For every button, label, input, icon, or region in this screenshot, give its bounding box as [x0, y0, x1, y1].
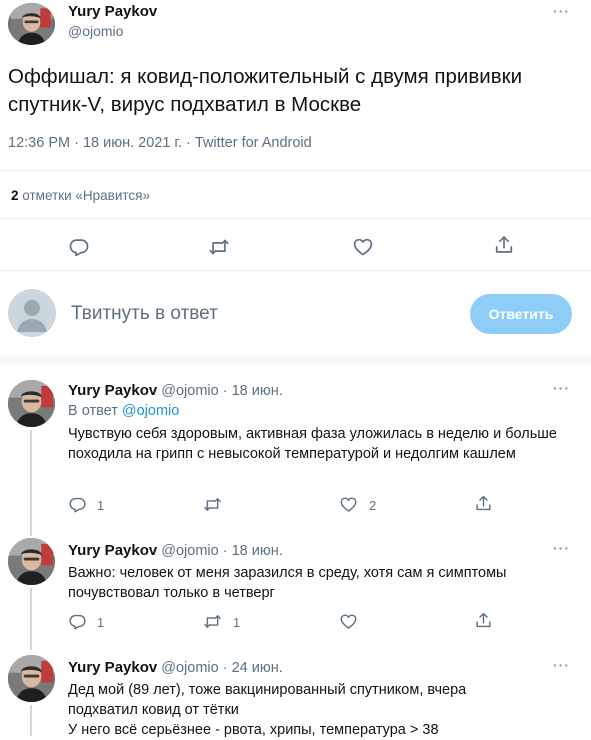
likes-count: 2: [11, 188, 19, 203]
reply-input[interactable]: Твитнуть в ответ: [71, 303, 451, 325]
retweet-icon[interactable]: [203, 495, 222, 514]
handle-date[interactable]: @ojomio · 18 июн.: [161, 383, 283, 399]
divider: [0, 170, 591, 171]
reply-header: Yury Paykov @ojomio · 18 июн.: [68, 382, 283, 399]
reply-text: Чувствую себя здоровым, активная фаза ул…: [68, 426, 557, 462]
tweet-text: Оффишал: я ковид-положительный с двумя п…: [8, 65, 523, 116]
share-icon[interactable]: [474, 611, 493, 630]
avatar[interactable]: [8, 538, 55, 585]
reply-count: 1: [97, 615, 105, 630]
thread-line: [30, 705, 32, 736]
thread-line: [30, 588, 32, 650]
reply-icon[interactable]: [68, 612, 87, 631]
like-icon[interactable]: [339, 612, 358, 631]
more-options-icon[interactable]: ···: [553, 3, 570, 19]
retweet-icon[interactable]: [208, 236, 230, 258]
likes-summary[interactable]: 2 отметки «Нравится»: [11, 188, 150, 203]
more-options-icon[interactable]: ···: [553, 380, 570, 396]
user-avatar-placeholder: [8, 289, 56, 337]
reply-icon[interactable]: [68, 495, 87, 514]
divider: [0, 218, 591, 219]
author-name[interactable]: Yury Paykov: [68, 659, 157, 676]
retweet-icon[interactable]: [203, 612, 222, 631]
like-icon[interactable]: [339, 495, 358, 514]
like-count: 2: [369, 498, 377, 513]
more-options-icon[interactable]: ···: [553, 540, 570, 556]
share-icon[interactable]: [493, 234, 515, 256]
replying-to: В ответ @ojomio: [68, 403, 179, 419]
likes-label: отметки «Нравится»: [22, 188, 150, 203]
more-options-icon[interactable]: ···: [553, 657, 570, 673]
retweet-count: 1: [233, 615, 241, 630]
avatar[interactable]: [8, 380, 55, 427]
author-name[interactable]: Yury Paykov: [68, 542, 157, 559]
like-icon[interactable]: [352, 236, 374, 258]
tweet-meta: 12:36 PM · 18 июн. 2021 г. · Twitter for…: [8, 135, 312, 151]
handle-date[interactable]: @ojomio · 18 июн.: [161, 543, 283, 559]
reply-count: 1: [97, 498, 105, 513]
reply-text: Дед мой (89 лет), тоже вакцинированный с…: [68, 682, 467, 738]
avatar[interactable]: [8, 655, 55, 702]
author-handle[interactable]: @ojomio: [68, 23, 123, 39]
thread-line: [30, 430, 32, 536]
author-name[interactable]: Yury Paykov: [68, 382, 157, 399]
replying-to-handle[interactable]: @ojomio: [122, 403, 179, 419]
reply-text: Важно: человек от меня заразился в среду…: [68, 565, 507, 601]
handle-date[interactable]: @ojomio · 24 июн.: [161, 660, 283, 676]
author-name[interactable]: Yury Paykov: [68, 3, 157, 20]
reply-header: Yury Paykov @ojomio · 18 июн.: [68, 542, 283, 559]
reply-button[interactable]: Ответить: [470, 294, 572, 334]
share-icon[interactable]: [474, 494, 493, 513]
section-separator: [0, 356, 591, 364]
replying-to-label: В ответ: [68, 403, 118, 419]
reply-icon[interactable]: [68, 236, 90, 258]
avatar[interactable]: [8, 3, 55, 45]
reply-header: Yury Paykov @ojomio · 24 июн.: [68, 659, 283, 676]
divider: [0, 270, 591, 271]
